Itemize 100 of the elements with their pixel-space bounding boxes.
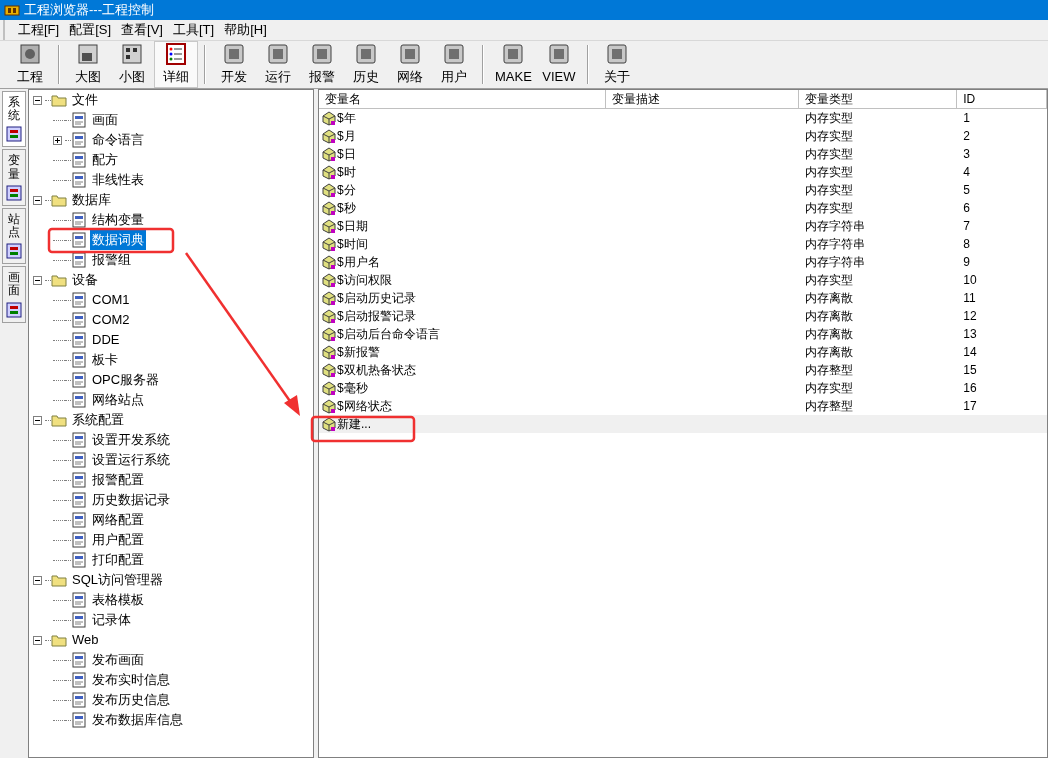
tree-item[interactable]: 系统配置 [70,410,126,430]
toolbar-icon [120,42,144,67]
tree-item[interactable]: 命令语言 [90,130,146,150]
tree-item[interactable]: 发布实时信息 [90,670,172,690]
tree-item[interactable]: Web [70,630,101,650]
toolbar-button[interactable]: 网络 [388,41,432,88]
variable-icon [321,344,337,360]
table-cell: 内存离散 [804,309,853,323]
toolbar-button[interactable]: 开发 [212,41,256,88]
menu-item[interactable]: 配置[S] [64,20,117,40]
tree-item[interactable]: 数据库 [70,190,113,210]
tree-item[interactable]: 表格模板 [90,590,146,610]
table-cell-text: $日 [337,146,356,163]
side-tab[interactable]: 站点 [2,207,26,265]
column-header[interactable]: 变量描述 [606,90,799,109]
tree-item[interactable]: 结构变量 [90,210,146,230]
table-cell-text: $启动历史记录 [337,290,416,307]
table-cell-text: $年 [337,110,356,127]
variable-icon [321,416,337,432]
variable-icon [321,254,337,270]
tree-item[interactable]: 报警组 [90,250,133,270]
tree-item[interactable]: SQL访问管理器 [70,570,165,590]
tree-item[interactable]: 网络配置 [90,510,146,530]
side-tab[interactable]: 画面 [2,266,26,323]
expander-box[interactable] [33,95,42,105]
variable-icon [321,146,337,162]
tree-item[interactable]: 非线性表 [90,170,146,190]
tree-item[interactable]: 设备 [70,270,100,290]
toolbar-button[interactable]: 关于 [594,41,639,88]
menu-item[interactable]: 帮助[H] [219,20,272,40]
toolbar-button[interactable]: 工程 [8,41,52,88]
toolbar-button[interactable]: MAKE [490,41,537,88]
tree-item[interactable]: 设置运行系统 [90,450,172,470]
expander-box[interactable] [33,195,42,205]
menu-item[interactable]: 工具[T] [168,20,220,40]
tree-item[interactable]: OPC服务器 [90,370,162,390]
toolbar-button[interactable]: 报警 [300,41,344,88]
variable-icon [321,398,337,414]
expander-box[interactable] [33,275,42,285]
folder-icon [51,92,67,108]
tab-icon [6,301,22,318]
toolbar-button[interactable]: 小图 [110,41,154,88]
menu-item[interactable]: 查看[V] [116,20,168,40]
table-cell: 12 [963,309,977,323]
side-tab[interactable]: 变量 [2,149,26,206]
tree-item[interactable]: COM2 [90,310,132,330]
table-cell: 8 [963,237,970,251]
table-cell: 内存离散 [804,345,853,359]
toolbar-button[interactable]: 大图 [66,41,110,88]
variable-icon [321,326,337,342]
column-header[interactable]: ID [957,90,1047,109]
toolbar-button[interactable]: 历史 [344,41,388,88]
tree-item[interactable]: COM1 [90,290,132,310]
table-cell: 14 [963,345,977,359]
variable-icon [321,128,337,144]
tree-item[interactable]: DDE [90,330,122,350]
toolbar-button[interactable]: 详细 [154,41,198,88]
toolbar-icon [442,42,466,67]
tree-item[interactable]: 用户配置 [90,530,146,550]
variable-icon [321,110,337,126]
table-cell: 6 [963,201,970,215]
toolbar-button[interactable]: 运行 [256,41,300,88]
column-header[interactable]: 变量名 [319,90,607,109]
tree-item[interactable]: 配方 [90,150,120,170]
toolbar-icon [354,42,378,67]
tree-item[interactable]: 记录体 [90,610,133,630]
tree-item[interactable]: 打印配置 [90,550,146,570]
expander-box[interactable] [53,135,62,145]
tree-item[interactable]: 网络站点 [90,390,146,410]
tree-item[interactable]: 文件 [70,90,100,110]
tree-item[interactable]: 报警配置 [90,470,146,490]
table-cell-text: $新报警 [337,344,380,361]
new-item-row[interactable]: 新建... [319,415,1047,433]
table-cell: 5 [963,183,970,197]
table-cell-text: $启动后台命令语言 [337,326,440,343]
tree-item[interactable]: 板卡 [90,350,120,370]
menu-item[interactable]: 工程[F] [13,20,65,40]
tree-item[interactable]: 画面 [90,110,120,130]
side-tab[interactable]: 系统 [2,91,26,148]
tree-item[interactable]: 数据词典 [90,230,146,250]
variable-icon [321,236,337,252]
expander-box[interactable] [33,575,42,585]
tree-item[interactable]: 设置开发系统 [90,430,172,450]
expander-box[interactable] [33,635,42,645]
variable-icon [321,308,337,324]
tree-item[interactable]: 发布数据库信息 [90,710,185,730]
tree-item[interactable]: 发布历史信息 [90,690,172,710]
table-cell-text: $时间 [337,236,368,253]
column-header[interactable]: 变量类型 [798,90,958,109]
table-cell: 内存实型 [804,129,853,143]
window-title: 工程浏览器---工程控制 [24,1,154,20]
app-icon [4,3,20,17]
tree-item[interactable]: 历史数据记录 [90,490,172,510]
toolbar-button[interactable]: 用户 [432,41,476,88]
table-cell-text: $毫秒 [337,380,368,397]
toolbar-button[interactable]: VIEW [536,41,581,88]
tab-icon [6,243,22,260]
expander-box[interactable] [33,415,42,425]
tree-item[interactable]: 发布画面 [90,650,146,670]
table-cell-text: $月 [337,128,356,145]
